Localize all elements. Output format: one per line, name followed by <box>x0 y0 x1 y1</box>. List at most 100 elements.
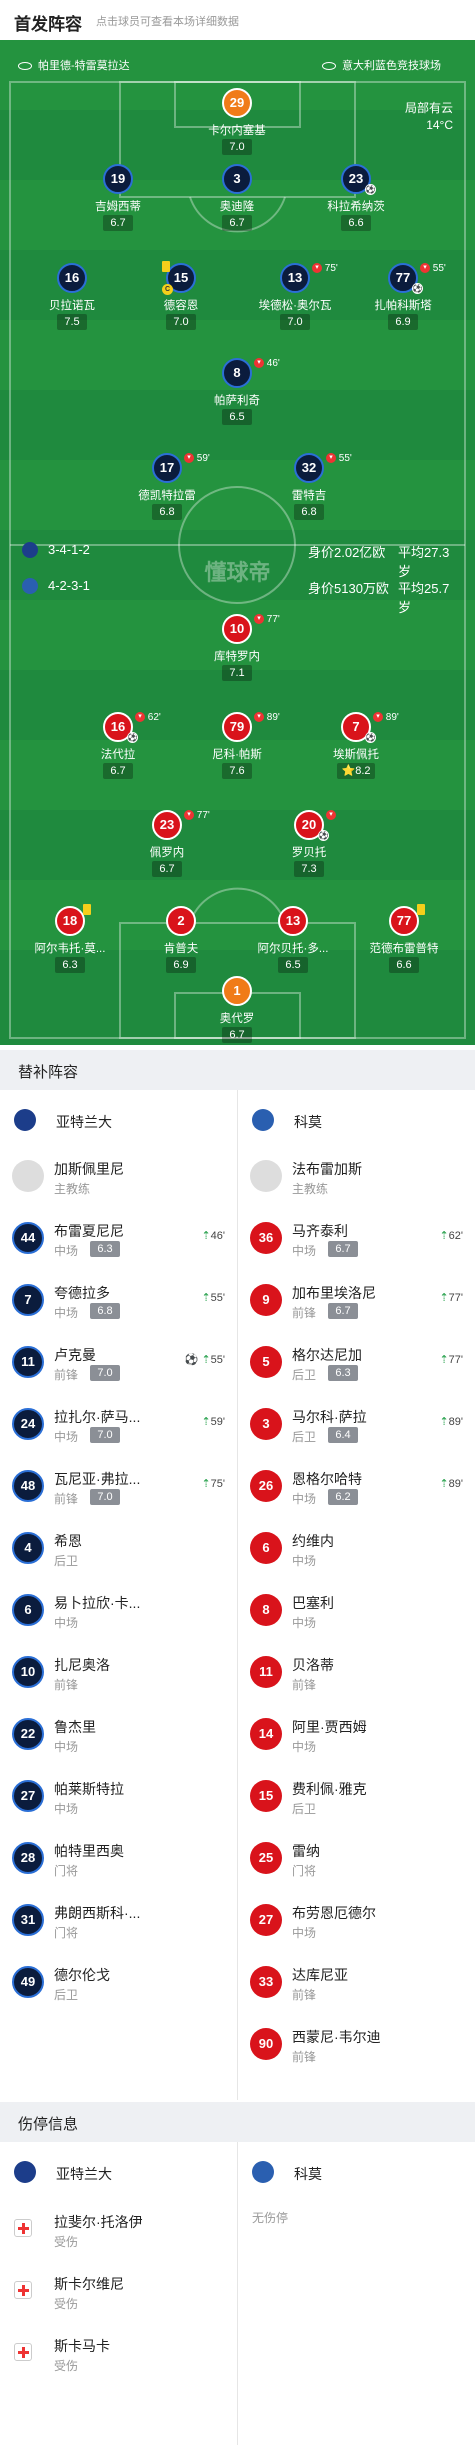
sub-time: 77' <box>196 810 210 821</box>
away-player[interactable]: 23 ▾ 77' 佩罗内 6.7 <box>112 810 222 884</box>
player-number: 2 <box>166 906 196 936</box>
away-player[interactable]: 7 ▾ 89' ⚽ 埃斯佩托 ⭐8.2 <box>301 712 411 786</box>
home-sub[interactable]: 49 德尔伦戈 后卫 <box>0 1951 237 2013</box>
home-player[interactable]: 77 ▾ 55' ⚽ 扎帕科斯塔 6.9 <box>348 263 458 337</box>
away-player[interactable]: 20 ▾ ⚽ 罗贝托 7.3 <box>254 810 364 884</box>
away-player[interactable]: 18 阿尔韦托·莫... 6.3 <box>15 904 125 980</box>
injured-player[interactable]: 斯卡马卡 受伤 <box>0 2321 237 2383</box>
home-player[interactable]: 13 ▾ 75' 埃德松·奥尔瓦 7.0 <box>240 263 350 337</box>
away-sub[interactable]: 33 达库尼亚 前锋 <box>238 1951 475 2013</box>
away-player[interactable]: 10 ▾ 77' 库特罗内 7.1 <box>182 614 292 688</box>
away-sub[interactable]: 5 格尔达尼加 后卫 6.3 ⇡77' <box>238 1331 475 1393</box>
player-number: 13 <box>280 263 310 293</box>
away-sub[interactable]: 6 约维内 中场 <box>238 1517 475 1579</box>
home-player[interactable]: 23 ⚽ 科拉希纳茨 6.6 <box>301 164 411 238</box>
away-player[interactable]: 13 阿尔贝托·多... 6.5 <box>238 906 348 980</box>
player-rating: 6.7 <box>328 1303 358 1319</box>
home-sub[interactable]: 44 布雷夏尼尼 中场 6.3 ⇡46' <box>0 1207 237 1269</box>
player-name: 雷特吉 <box>291 490 327 502</box>
section-hint: 点击球员可查看本场详细数据 <box>96 16 239 28</box>
medical-cross-icon <box>14 2281 32 2299</box>
home-team-name: 亚特兰大 <box>56 2166 112 2182</box>
away-player[interactable]: 77 范德布雷普特 6.6 <box>349 904 459 980</box>
home-sub[interactable]: 6 易卜拉欣·卡... 中场 <box>0 1579 237 1641</box>
player-position: 前锋 <box>292 1988 317 2002</box>
player-number: 29 <box>222 88 252 118</box>
home-sub[interactable]: 10 扎尼奥洛 前锋 <box>0 1641 237 1703</box>
player-position: 前锋 <box>292 2050 317 2064</box>
sub-in-icon: ⇡ <box>201 1478 211 1490</box>
home-player[interactable]: 32 ▾ 55' 雷特吉 6.8 <box>254 453 364 527</box>
away-sub[interactable]: 27 布劳恩厄德尔 中场 <box>238 1889 475 1951</box>
away-sub[interactable]: 8 巴塞利 中场 <box>238 1579 475 1641</box>
away-sub[interactable]: 9 加布里埃洛尼 前锋 6.7 ⇡77' <box>238 1269 475 1331</box>
sub-time: 55' <box>338 453 352 464</box>
player-rating: 6.3 <box>328 1365 358 1381</box>
away-player[interactable]: 16 ▾ 62' ⚽ 法代拉 6.7 <box>63 712 173 786</box>
away-sub[interactable]: 15 费利佩·雅克 后卫 <box>238 1765 475 1827</box>
home-coach[interactable]: 加斯佩里尼 主教练 <box>0 1145 237 1207</box>
away-sub[interactable]: 26 恩格尔哈特 中场 6.2 ⇡89' <box>238 1455 475 1517</box>
player-name: 巴塞利 <box>292 1595 334 1611</box>
away-sub[interactable]: 90 西蒙尼·韦尔迪 前锋 <box>238 2013 475 2075</box>
player-rating: 6.7 <box>222 215 252 231</box>
away-sub[interactable]: 3 马尔科·萨拉 后卫 6.4 ⇡89' <box>238 1393 475 1455</box>
player-name: 马齐泰利 <box>292 1223 348 1239</box>
home-player[interactable]: 19 吉姆西蒂 6.7 <box>63 164 173 238</box>
goal-ball-icon: ⚽ <box>365 732 376 743</box>
player-rating: 7.0 <box>90 1365 120 1381</box>
goal-ball-icon: ⚽ <box>318 830 329 841</box>
home-formation: 3-4-1-2 <box>48 542 90 557</box>
home-player[interactable]: 8 ▾ 46' 帕萨利奇 6.5 <box>182 358 292 432</box>
player-rating: 6.2 <box>328 1489 358 1505</box>
player-name: 希恩 <box>54 1533 82 1549</box>
home-sub[interactable]: 28 帕特里西奥 门将 <box>0 1827 237 1889</box>
sub-off-indicator: ▾ 55' <box>326 453 352 464</box>
away-sub[interactable]: 25 雷纳 门将 <box>238 1827 475 1889</box>
away-formation: 4-2-3-1 <box>48 578 90 593</box>
home-player[interactable]: 17 ▾ 59' 德凯特拉雷 6.8 <box>112 453 222 527</box>
home-player[interactable]: 15 C 德容恩 7.0 <box>126 261 236 337</box>
injured-player[interactable]: 拉斐尔·托洛伊 受伤 <box>0 2197 237 2259</box>
away-sub[interactable]: 36 马齐泰利 中场 6.7 ⇡62' <box>238 1207 475 1269</box>
player-position: 中场 <box>292 1740 317 1754</box>
home-sub[interactable]: 7 夸德拉多 中场 6.8 ⇡55' <box>0 1269 237 1331</box>
player-number: 10 <box>222 614 252 644</box>
away-team-row: 科莫 <box>238 1095 475 1145</box>
away-player-gk[interactable]: 1 奥代罗 6.7 <box>182 976 292 1045</box>
away-player[interactable]: 79 ▾ 89' 尼科·帕斯 7.6 <box>182 712 292 786</box>
player-name: 佩罗内 <box>149 847 185 859</box>
away-sub[interactable]: 11 贝洛蒂 前锋 <box>238 1641 475 1703</box>
player-number: 44 <box>12 1222 44 1254</box>
player-number: 8 <box>250 1594 282 1626</box>
player-name: 恩格尔哈特 <box>292 1471 362 1487</box>
home-stadium: 帕里德-特雷莫拉达 <box>18 57 130 73</box>
sub-time: 46' <box>266 358 280 369</box>
no-injuries-text: 无伤停 <box>252 2211 289 2225</box>
sub-icon: ▾ <box>135 712 145 723</box>
home-player[interactable]: 16 贝拉诺瓦 7.5 <box>17 263 127 337</box>
away-player[interactable]: 2 肯普夫 6.9 <box>126 906 236 980</box>
home-sub[interactable]: 31 弗朗西斯科·... 门将 <box>0 1889 237 1951</box>
home-sub[interactable]: 4 希恩 后卫 <box>0 1517 237 1579</box>
away-team-logo <box>252 2161 274 2183</box>
injured-player[interactable]: 斯卡尔维尼 受伤 <box>0 2259 237 2321</box>
player-position: 门将 <box>54 1926 79 1940</box>
home-sub[interactable]: 27 帕莱斯特拉 中场 <box>0 1765 237 1827</box>
rating-value: 8.2 <box>355 765 371 777</box>
player-position: 中场 <box>54 1306 79 1320</box>
home-player[interactable]: 3 奥迪隆 6.7 <box>182 164 292 238</box>
player-position: 中场 <box>54 1430 79 1444</box>
home-sub[interactable]: 11 卢克曼 前锋 7.0 ⚽ ⇡55' <box>0 1331 237 1393</box>
player-number: 77 <box>389 906 419 936</box>
home-player-gk[interactable]: 29 卡尔内塞基 7.0 <box>182 88 292 162</box>
away-sub[interactable]: 14 阿里·贾西姆 中场 <box>238 1703 475 1765</box>
away-team-logo <box>252 1109 274 1131</box>
sub-in-icon: ⇡ <box>439 1416 449 1428</box>
sub-time: 89' <box>385 712 399 723</box>
away-coach[interactable]: 法布雷加斯 主教练 <box>238 1145 475 1207</box>
home-sub[interactable]: 22 鲁杰里 中场 <box>0 1703 237 1765</box>
home-sub[interactable]: 48 瓦尼亚·弗拉... 前锋 7.0 ⇡75' <box>0 1455 237 1517</box>
home-sub[interactable]: 24 拉扎尔·萨马... 中场 7.0 ⇡59' <box>0 1393 237 1455</box>
sub-on-indicator: ⇡55' <box>201 1291 225 1304</box>
